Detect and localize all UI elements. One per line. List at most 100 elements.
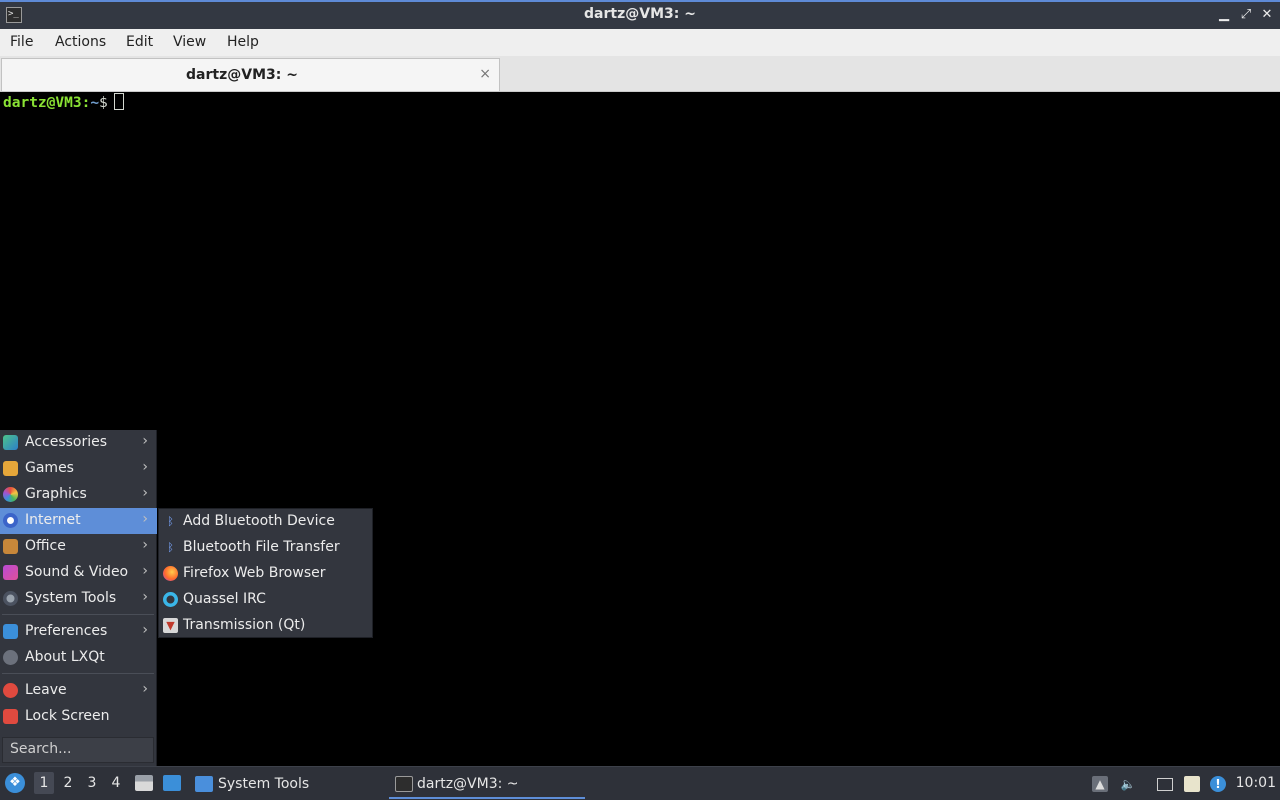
menu-item-accessories[interactable]: Accessories › bbox=[0, 430, 157, 456]
chevron-right-icon: › bbox=[142, 511, 148, 527]
desktop-switch-2[interactable]: 2 bbox=[58, 772, 78, 794]
task-terminal[interactable]: dartz@VM3: ~ bbox=[389, 769, 585, 799]
menu-separator bbox=[2, 614, 154, 615]
internet-submenu: ᛒ Add Bluetooth Device ᛒ Bluetooth File … bbox=[158, 508, 373, 638]
menubar: File Actions Edit View Help bbox=[0, 29, 1280, 56]
info-icon bbox=[3, 650, 18, 665]
close-tab-icon[interactable]: × bbox=[479, 66, 491, 82]
desktop-switch-3[interactable]: 3 bbox=[82, 772, 102, 794]
bluetooth-icon: ᛒ bbox=[167, 515, 174, 528]
shell-prompt: dartz@VM3:~$ bbox=[3, 93, 124, 111]
graphics-icon bbox=[3, 487, 18, 502]
menu-search-input[interactable]: Search... bbox=[2, 737, 154, 763]
submenu-item-add-bluetooth-device[interactable]: ᛒ Add Bluetooth Device bbox=[159, 509, 372, 535]
menu-item-label: Graphics bbox=[25, 486, 87, 502]
menu-item-lock-screen[interactable]: Lock Screen bbox=[0, 704, 157, 730]
menu-item-label: Sound & Video bbox=[25, 564, 129, 580]
menu-item-label: Games bbox=[25, 460, 74, 476]
menu-actions[interactable]: Actions bbox=[55, 34, 106, 50]
menu-item-label: Leave bbox=[25, 682, 67, 698]
games-icon bbox=[3, 461, 18, 476]
menu-item-system-tools[interactable]: System Tools › bbox=[0, 586, 157, 612]
terminal-view[interactable]: dartz@VM3:~$ bbox=[0, 92, 1280, 766]
window-title: dartz@VM3: ~ bbox=[584, 6, 696, 22]
transmission-icon: ▼ bbox=[163, 618, 178, 633]
chevron-right-icon: › bbox=[142, 537, 148, 553]
prompt-userhost: dartz@VM3 bbox=[3, 95, 82, 111]
sound-video-icon bbox=[3, 565, 18, 580]
menu-help[interactable]: Help bbox=[227, 34, 259, 50]
menu-item-about-lxqt[interactable]: About LXQt bbox=[0, 645, 157, 671]
main-menu-button[interactable]: ❖ bbox=[5, 773, 25, 793]
lock-icon bbox=[3, 709, 18, 724]
task-label: dartz@VM3: ~ bbox=[417, 776, 519, 792]
prompt-colon: : bbox=[81, 95, 91, 111]
chevron-right-icon: › bbox=[142, 459, 148, 475]
desktop-switch-1[interactable]: 1 bbox=[34, 772, 54, 794]
terminal-tab[interactable]: dartz@VM3: ~ × bbox=[1, 58, 500, 91]
task-system-tools[interactable]: System Tools bbox=[195, 769, 380, 799]
chevron-right-icon: › bbox=[142, 433, 148, 449]
menu-item-preferences[interactable]: Preferences › bbox=[0, 619, 157, 645]
menu-separator bbox=[2, 673, 154, 674]
submenu-item-quassel-irc[interactable]: Quassel IRC bbox=[159, 587, 372, 613]
menu-item-label: Accessories bbox=[25, 434, 108, 450]
system-tools-icon bbox=[3, 591, 18, 606]
menu-item-label: About LXQt bbox=[25, 649, 105, 665]
show-desktop-icon[interactable] bbox=[163, 775, 181, 791]
chevron-right-icon: › bbox=[142, 485, 148, 501]
task-label: System Tools bbox=[218, 776, 310, 792]
accessories-icon bbox=[3, 435, 18, 450]
menu-item-leave[interactable]: Leave › bbox=[0, 678, 157, 704]
start-menu: Accessories › Games › Graphics › Interne… bbox=[0, 430, 157, 766]
chevron-right-icon: › bbox=[142, 589, 148, 605]
menu-view[interactable]: View bbox=[173, 34, 206, 50]
menu-item-office[interactable]: Office › bbox=[0, 534, 157, 560]
chevron-right-icon: › bbox=[142, 622, 148, 638]
preferences-icon bbox=[3, 624, 18, 639]
folder-icon bbox=[195, 776, 213, 792]
desktop-switch-4[interactable]: 4 bbox=[106, 772, 126, 794]
menu-item-label: Lock Screen bbox=[25, 708, 110, 724]
submenu-item-label: Firefox Web Browser bbox=[183, 565, 326, 581]
chevron-right-icon: › bbox=[142, 681, 148, 697]
minimize-button[interactable]: ▁ bbox=[1214, 5, 1234, 25]
menu-item-internet[interactable]: Internet › bbox=[0, 508, 157, 534]
submenu-item-label: Add Bluetooth Device bbox=[183, 513, 335, 529]
submenu-item-label: Bluetooth File Transfer bbox=[183, 539, 340, 555]
tab-bar: dartz@VM3: ~ × bbox=[0, 56, 1280, 92]
quassel-icon bbox=[163, 592, 178, 607]
tray-arrow-icon[interactable]: ▲ bbox=[1092, 776, 1108, 792]
bluetooth-icon: ᛒ bbox=[167, 541, 174, 554]
submenu-item-label: Quassel IRC bbox=[183, 591, 266, 607]
menu-file[interactable]: File bbox=[10, 34, 33, 50]
clipboard-icon[interactable] bbox=[1184, 776, 1200, 792]
maximize-button[interactable]: ⤢ bbox=[1236, 5, 1256, 25]
terminal-icon bbox=[395, 776, 413, 792]
firefox-icon bbox=[163, 566, 178, 581]
file-manager-launcher-icon[interactable] bbox=[135, 775, 153, 791]
taskbar: ❖ 1 2 3 4 System Tools dartz@VM3: ~ ▲ 🔈 … bbox=[0, 766, 1280, 800]
office-icon bbox=[3, 539, 18, 554]
submenu-item-label: Transmission (Qt) bbox=[183, 617, 306, 633]
submenu-item-firefox[interactable]: Firefox Web Browser bbox=[159, 561, 372, 587]
power-icon bbox=[3, 683, 18, 698]
menu-item-games[interactable]: Games › bbox=[0, 456, 157, 482]
submenu-item-bluetooth-file-transfer[interactable]: ᛒ Bluetooth File Transfer bbox=[159, 535, 372, 561]
menu-item-sound-video[interactable]: Sound & Video › bbox=[0, 560, 157, 586]
network-icon[interactable] bbox=[1157, 778, 1173, 791]
clock[interactable]: 10:01 bbox=[1236, 775, 1276, 791]
volume-icon[interactable]: 🔈 bbox=[1120, 776, 1136, 792]
close-button[interactable]: ✕ bbox=[1257, 5, 1277, 25]
text-cursor bbox=[113, 93, 124, 110]
menu-item-label: Office bbox=[25, 538, 66, 554]
menu-item-graphics[interactable]: Graphics › bbox=[0, 482, 157, 508]
menu-item-label: Preferences bbox=[25, 623, 108, 639]
update-notifier-icon[interactable]: ! bbox=[1210, 776, 1226, 792]
menu-item-label: System Tools bbox=[25, 590, 117, 606]
menu-edit[interactable]: Edit bbox=[126, 34, 153, 50]
menu-item-label: Internet bbox=[25, 512, 81, 528]
prompt-dollar: $ bbox=[99, 95, 108, 111]
submenu-item-transmission[interactable]: ▼ Transmission (Qt) bbox=[159, 613, 372, 639]
window-titlebar[interactable]: >_ dartz@VM3: ~ ▁ ⤢ ✕ bbox=[0, 0, 1280, 29]
